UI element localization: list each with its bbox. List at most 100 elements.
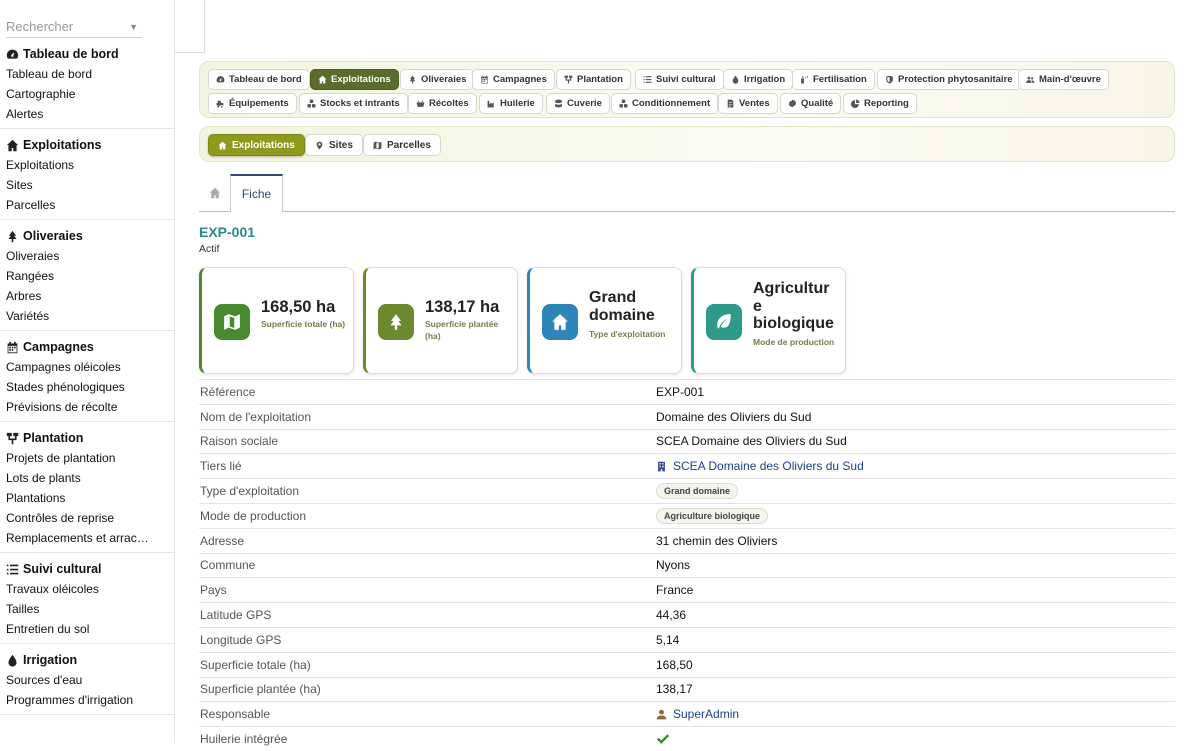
building-icon (658, 461, 665, 472)
sidebar-item[interactable]: Sources d'eau (6, 670, 171, 690)
sidebar-item[interactable]: Oliveraies (6, 246, 171, 266)
sidebar-section: Oliveraies Oliveraies Rangées Arbres Variété… (0, 226, 174, 331)
submodule-tab[interactable]: Exploitations (208, 134, 305, 156)
stat-value: 168,50 ha (261, 298, 336, 316)
industry-icon (487, 100, 494, 108)
home-icon (218, 141, 227, 149)
sidebar-item[interactable]: Prévisions de récolte (6, 397, 171, 417)
sidebar-item[interactable]: Arbres (6, 286, 171, 306)
search-select[interactable]: Rechercher ▼ (6, 16, 142, 38)
module-tab[interactable]: Protection phytosanitaire (877, 69, 1021, 90)
search-placeholder: Rechercher (6, 19, 74, 34)
detail-row: Mode de production Agriculture biologique (199, 502, 1175, 528)
boxes-icon (619, 99, 628, 108)
stat-icon-badge (706, 304, 742, 340)
tractor-icon (216, 100, 224, 108)
module-tab[interactable]: Stocks et intrants (299, 93, 408, 114)
sidebar-item[interactable]: Parcelles (6, 195, 171, 215)
chevron-down-icon[interactable]: ▼ (129, 22, 138, 32)
module-tab[interactable]: Cuverie (546, 93, 610, 114)
sidebar-section-title[interactable]: Irrigation (6, 650, 174, 670)
sidebar-section-label: Campagnes (23, 340, 94, 354)
detail-key: Huilerie intégrée (200, 732, 288, 747)
sidebar-section-title[interactable]: Oliveraies (6, 226, 174, 246)
module-tab[interactable]: Oliveraies (400, 69, 475, 90)
sidebar-item[interactable]: Rangées (6, 266, 171, 286)
sidebar-item[interactable]: Stades phénologiques (6, 377, 171, 397)
sidebar-item[interactable]: Plantations (6, 488, 171, 508)
module-tab[interactable]: Récoltes (408, 93, 477, 114)
detail-row: Nom de l'exploitation Domaine des Olivier… (199, 403, 1175, 429)
sidebar-item[interactable]: Tableau de bord (6, 64, 171, 84)
sidebar: Rechercher ▼ Tableau de bord Tableau de b… (0, 0, 175, 743)
sidebar-section-title[interactable]: Exploitations (6, 135, 174, 155)
module-tab[interactable]: Fertilisation (792, 69, 875, 90)
tab-home[interactable] (199, 174, 230, 211)
sidebar-section: Irrigation Sources d'eau Programmes d'irri… (0, 650, 174, 715)
module-tab[interactable]: Huilerie (479, 93, 543, 114)
stat-value: 138,17 ha (425, 298, 500, 316)
module-tab[interactable]: Suivi cultural (635, 69, 724, 90)
details-table: Référence EXP-001 Nom de l'exploitation Dom… (199, 379, 1175, 751)
detail-row: Tiers lié SCEA Domaine des Oliviers du Su… (199, 453, 1175, 478)
tab-fiche[interactable]: Fiche (230, 174, 283, 212)
module-tab[interactable]: Exploitations (310, 69, 399, 90)
leaf-icon (717, 314, 731, 329)
detail-link[interactable]: SuperAdmin (656, 707, 739, 721)
sidebar-item[interactable]: Entretien du sol (6, 619, 171, 639)
stat-card: 138,17 ha Superficie plantée (ha) (363, 267, 518, 374)
module-tab-label: Oliveraies (421, 74, 467, 85)
submodule-tab[interactable]: Sites (305, 134, 363, 156)
module-tab[interactable]: Tableau de bord (208, 69, 310, 90)
sidebar-item[interactable]: Campagnes oléicoles (6, 357, 171, 377)
sidebar-item[interactable]: Programmes d'irrigation (6, 690, 171, 710)
detail-link[interactable]: SCEA Domaine des Oliviers du Sud (656, 459, 864, 473)
sidebar-item[interactable]: Travaux oléicoles (6, 579, 171, 599)
value-badge: Agriculture biologique (656, 507, 768, 524)
detail-value: 168,50 (656, 657, 693, 672)
detail-row: Huilerie intégrée (199, 726, 1175, 751)
sidebar-section-title[interactable]: Plantation (6, 428, 174, 448)
module-tab[interactable]: Irrigation (723, 69, 794, 90)
detail-row: Adresse 31 chemin des Oliviers (199, 527, 1175, 553)
module-tab[interactable]: Ventes (718, 93, 778, 114)
stat-icon-badge (214, 304, 250, 340)
sidebar-item[interactable]: Remplacements et arrac… (6, 528, 171, 548)
sidebar-item[interactable]: Tailles (6, 599, 171, 619)
sidebar-item[interactable]: Alertes (6, 104, 171, 124)
module-tab-label: Campagnes (493, 74, 547, 85)
sidebar-item[interactable]: Contrôles de reprise (6, 508, 171, 528)
module-tab-label: Conditionnement (632, 98, 711, 109)
module-tab[interactable]: Conditionnement (611, 93, 719, 114)
module-tab[interactable]: Équipements (208, 93, 297, 114)
module-tab[interactable]: Main-d'œuvre (1018, 69, 1109, 90)
detail-value: Domaine des Oliviers du Sud (656, 409, 812, 424)
sidebar-item[interactable]: Cartographie (6, 84, 171, 104)
detail-value: 138,17 (656, 682, 693, 697)
sidebar-item[interactable]: Lots de plants (6, 468, 171, 488)
module-tab-label: Irrigation (744, 74, 786, 85)
sidebar-item[interactable]: Variétés (6, 306, 171, 326)
module-tab[interactable]: Plantation (556, 69, 631, 90)
stat-value: Grand domaine (589, 289, 655, 324)
module-tab[interactable]: Qualité (780, 93, 842, 114)
detail-key: Commune (200, 558, 256, 573)
home-icon (209, 187, 220, 198)
module-tab-label: Reporting (864, 98, 909, 109)
top-panel (175, 0, 205, 53)
module-tab-label: Exploitations (331, 74, 391, 85)
stat-card: Grand domaine Type d'exploitation (527, 267, 682, 374)
module-tab[interactable]: Reporting (843, 93, 917, 114)
sidebar-item[interactable]: Projets de plantation (6, 448, 171, 468)
sidebar-section-title[interactable]: Suivi cultural (6, 559, 174, 579)
sidebar-item[interactable]: Sites (6, 175, 171, 195)
detail-row: Superficie totale (ha) 168,50 (199, 651, 1175, 677)
sidebar-section-title[interactable]: Tableau de bord (6, 44, 174, 64)
submodule-tab[interactable]: Parcelles (363, 134, 441, 156)
module-tab[interactable]: Campagnes (472, 69, 555, 90)
sidebar-section-title[interactable]: Campagnes (6, 337, 174, 357)
sidebar-item[interactable]: Exploitations (6, 155, 171, 175)
submodule-bar: Exploitations Sites Parcelles (199, 126, 1175, 162)
module-tab-label: Ventes (739, 98, 770, 109)
calendar-icon (7, 341, 18, 353)
